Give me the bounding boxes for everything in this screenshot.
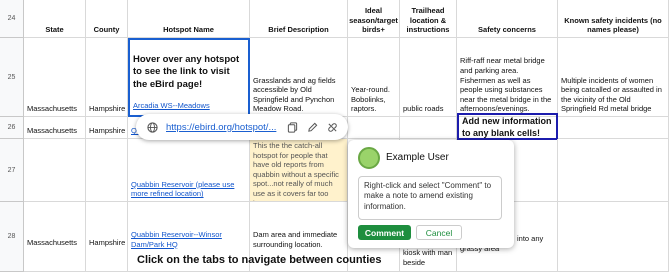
cell-hotspot[interactable]: Quabbin Reservoir (please use more refin… bbox=[128, 139, 250, 202]
cell-safety-note[interactable]: Add new information to any blank cells! bbox=[457, 113, 558, 140]
comment-user-name: Example User bbox=[386, 152, 449, 163]
cell-safety[interactable]: Riff-raff near metal bridge and parking … bbox=[457, 38, 558, 117]
unlink-icon[interactable] bbox=[326, 121, 338, 133]
cell-description-highlighted[interactable]: This the the catch-all hotspot for peopl… bbox=[250, 139, 348, 202]
cell-state[interactable]: Massachusetts bbox=[24, 202, 86, 272]
cell-trailhead[interactable] bbox=[400, 117, 457, 139]
edit-icon[interactable] bbox=[306, 121, 318, 133]
tabs-instruction-text: Click on the tabs to navigate between co… bbox=[137, 254, 382, 266]
header-trailhead[interactable]: Trailhead location & instructions bbox=[400, 0, 457, 38]
row-number[interactable]: 25 bbox=[0, 38, 24, 117]
cell-county[interactable]: Hampshire bbox=[86, 202, 128, 272]
link-preview-chip: https://ebird.org/hotspot/... bbox=[136, 114, 348, 140]
row-number[interactable]: 27 bbox=[0, 139, 24, 202]
row-number[interactable]: 24 bbox=[0, 0, 24, 38]
cell-incidents[interactable] bbox=[558, 202, 669, 272]
cell-incidents[interactable] bbox=[558, 139, 669, 202]
avatar bbox=[358, 147, 380, 169]
cell-hotspot-selected[interactable]: Hover over any hotspot to see the link t… bbox=[128, 38, 250, 117]
copy-icon[interactable] bbox=[286, 121, 298, 133]
globe-icon bbox=[146, 121, 158, 133]
cell-county[interactable]: Hampshire bbox=[86, 117, 128, 139]
cell-state[interactable]: Massachusetts bbox=[24, 38, 86, 117]
header-state[interactable]: State bbox=[24, 0, 86, 38]
comment-button[interactable]: Comment bbox=[358, 225, 411, 240]
comment-input[interactable]: Right-click and select "Comment" to make… bbox=[358, 176, 502, 220]
cancel-button[interactable]: Cancel bbox=[416, 225, 462, 240]
row-number[interactable]: 28 bbox=[0, 202, 24, 272]
cell-season[interactable]: Year-round. Bobolinks, raptors. bbox=[348, 38, 400, 117]
hotspot-link[interactable]: Quabbin Reservoir (please use more refin… bbox=[131, 180, 246, 199]
header-description[interactable]: Brief Description bbox=[250, 0, 348, 38]
row-number[interactable]: 26 bbox=[0, 117, 24, 139]
header-season[interactable]: Ideal season/target birds+ bbox=[348, 0, 400, 38]
hotspot-link[interactable]: Arcadia WS--Meadows bbox=[133, 101, 245, 111]
cell-incidents[interactable] bbox=[558, 117, 669, 139]
hotspot-hover-note: Hover over any hotspot to see the link t… bbox=[133, 54, 240, 90]
cell-county[interactable] bbox=[86, 139, 128, 202]
header-hotspot[interactable]: Hotspot Name bbox=[128, 0, 250, 38]
cell-description[interactable]: Grasslands and ag fields accessible by O… bbox=[250, 38, 348, 117]
comment-card: Example User Right-click and select "Com… bbox=[348, 140, 514, 248]
cell-county[interactable]: Hampshire bbox=[86, 38, 128, 117]
cell-safety-extra: into any bbox=[517, 234, 544, 243]
header-county[interactable]: County bbox=[86, 0, 128, 38]
hotspot-link[interactable]: Quabbin Reservoir--Winsor Dam/Park HQ bbox=[131, 230, 222, 249]
header-safety[interactable]: Safety concerns bbox=[457, 0, 558, 38]
cell-season[interactable] bbox=[348, 117, 400, 139]
cell-incidents[interactable]: Multiple incidents of women being catcal… bbox=[558, 38, 669, 117]
cell-state[interactable]: Massachusetts bbox=[24, 117, 86, 139]
link-url[interactable]: https://ebird.org/hotspot/... bbox=[166, 122, 278, 133]
header-incidents[interactable]: Known safety incidents (no names please) bbox=[558, 0, 669, 38]
cell-trailhead[interactable]: public roads bbox=[400, 38, 457, 117]
cell-state[interactable] bbox=[24, 139, 86, 202]
